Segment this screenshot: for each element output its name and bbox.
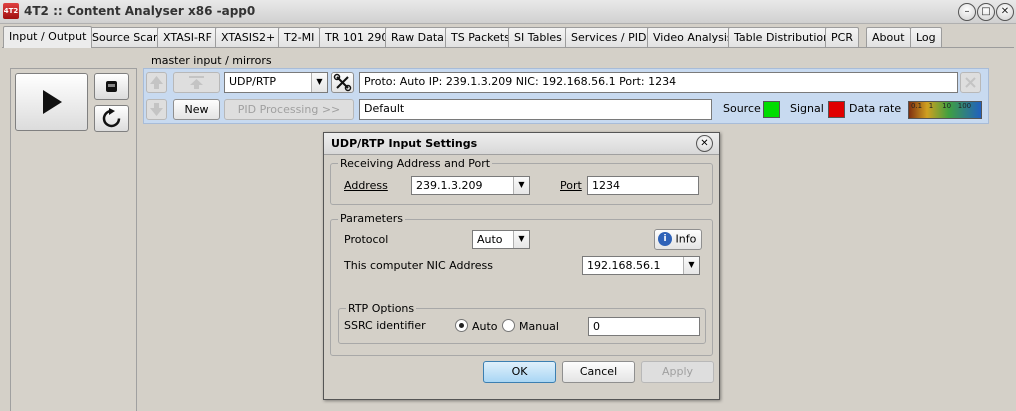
nic-address-label: This computer NIC Address [344,259,493,272]
data-rate-meter-scale: 0.1 1 10 100 [911,102,972,110]
minimize-button[interactable]: – [958,3,976,21]
tab-pcr[interactable]: PCR [825,27,859,47]
stop-button[interactable] [94,73,129,100]
chevron-down-icon: ▼ [513,231,529,248]
port-label: Port [560,179,582,192]
arrow-down-icon [150,103,163,116]
tab-input-output[interactable]: Input / Output [3,26,93,48]
signal-indicator [828,101,845,118]
close-window-button[interactable]: ✕ [996,3,1014,21]
refresh-icon [102,108,121,128]
stop-icon [106,81,117,92]
tab-log[interactable]: Log [910,27,942,47]
tab-ts-packets[interactable]: TS Packets [445,27,516,47]
protocol-label: Protocol [344,233,389,246]
new-input-button[interactable]: New [173,99,220,120]
tab-si-tables[interactable]: SI Tables [508,27,568,47]
app-logo-icon: 4T2 [3,3,19,19]
ok-button[interactable]: OK [483,361,556,383]
nic-address-combo[interactable]: 192.168.56.1 ▼ [582,256,700,275]
tab-xtasis2-plus[interactable]: XTASIS2+ [215,27,282,47]
tab-t2-mi[interactable]: T2-MI [278,27,321,47]
info-icon: i [658,232,672,246]
source-indicator [763,101,780,118]
address-combo[interactable]: 239.1.3.209 ▼ [411,176,530,195]
port-field[interactable]: 1234 [587,176,699,195]
input-type-value: UDP/RTP [229,75,277,88]
move-up-button[interactable] [146,72,167,93]
ssrc-auto-label: Auto [472,320,498,333]
title-bar: 4T2 4T2 :: Content Analyser x86 -app0 – … [0,0,1016,24]
info-button-label: Info [675,232,697,246]
move-top-button[interactable] [173,72,220,93]
play-icon [43,90,62,114]
input-output-panel: master input / mirrors UDP/RTP ▼ Proto: … [2,47,1014,411]
ssrc-manual-radio[interactable] [502,319,515,332]
dialog-close-button[interactable]: ✕ [696,135,713,152]
pid-processing-button[interactable]: PID Processing >> [224,99,354,120]
receiving-group-title: Receiving Address and Port [338,157,493,170]
refresh-button[interactable] [94,105,129,132]
close-icon [965,77,976,88]
maximize-button[interactable]: □ [977,3,995,21]
tab-about[interactable]: About [866,27,911,47]
ssrc-label: SSRC identifier [344,319,426,332]
tab-strip: Input / Output Source Scan XTASI-RF XTAS… [0,26,1016,48]
tab-table-distribution[interactable]: Table Distribution [728,27,837,47]
remove-input-button[interactable] [960,72,981,93]
tab-raw-data[interactable]: Raw Data [385,27,450,47]
move-down-button[interactable] [146,99,167,120]
address-label: Address [344,179,388,192]
protocol-combo[interactable]: Auto ▼ [472,230,530,249]
input-type-select[interactable]: UDP/RTP ▼ [224,72,328,93]
window-title: 4T2 :: Content Analyser x86 -app0 [24,4,256,18]
chevron-down-icon: ▼ [513,177,529,194]
input-name-field[interactable]: Default [359,99,712,120]
settings-tools-button[interactable] [331,72,354,93]
info-button[interactable]: i Info [654,229,702,250]
tab-services-pids[interactable]: Services / PIDs [565,27,659,47]
tools-icon [333,73,352,92]
tab-video-analysis[interactable]: Video Analysis [647,27,739,47]
parameters-group-title: Parameters [338,212,405,225]
protocol-value: Auto [477,233,503,246]
dialog-title-bar: UDP/RTP Input Settings ✕ [324,133,719,155]
ssrc-field[interactable]: 0 [588,317,700,336]
ssrc-auto-radio[interactable] [455,319,468,332]
arrow-up-icon [150,76,163,89]
input-description-field[interactable]: Proto: Auto IP: 239.1.3.209 NIC: 192.168… [359,72,958,93]
tab-tr-101-290[interactable]: TR 101 290 [319,27,395,47]
udp-rtp-settings-dialog: UDP/RTP Input Settings ✕ Receiving Addre… [323,132,720,400]
ssrc-manual-label: Manual [519,320,559,333]
tab-xtasi-rf[interactable]: XTASI-RF [157,27,218,47]
source-label: Source [723,102,761,115]
address-value: 239.1.3.209 [416,179,483,192]
data-rate-meter: 0.1 1 10 100 [908,101,982,119]
dialog-title: UDP/RTP Input Settings [331,137,478,150]
chevron-down-icon: ▼ [683,257,699,274]
play-button[interactable] [15,73,88,131]
apply-button[interactable]: Apply [641,361,714,383]
rtp-options-group-title: RTP Options [346,302,417,315]
signal-label: Signal [790,102,824,115]
chevron-down-icon: ▼ [311,73,327,92]
nic-address-value: 192.168.56.1 [587,259,661,272]
cancel-button[interactable]: Cancel [562,361,635,383]
master-group-label: master input / mirrors [151,54,272,67]
arrow-top-icon [189,76,204,89]
data-rate-label: Data rate [849,102,902,115]
tab-source-scan[interactable]: Source Scan [86,27,167,47]
